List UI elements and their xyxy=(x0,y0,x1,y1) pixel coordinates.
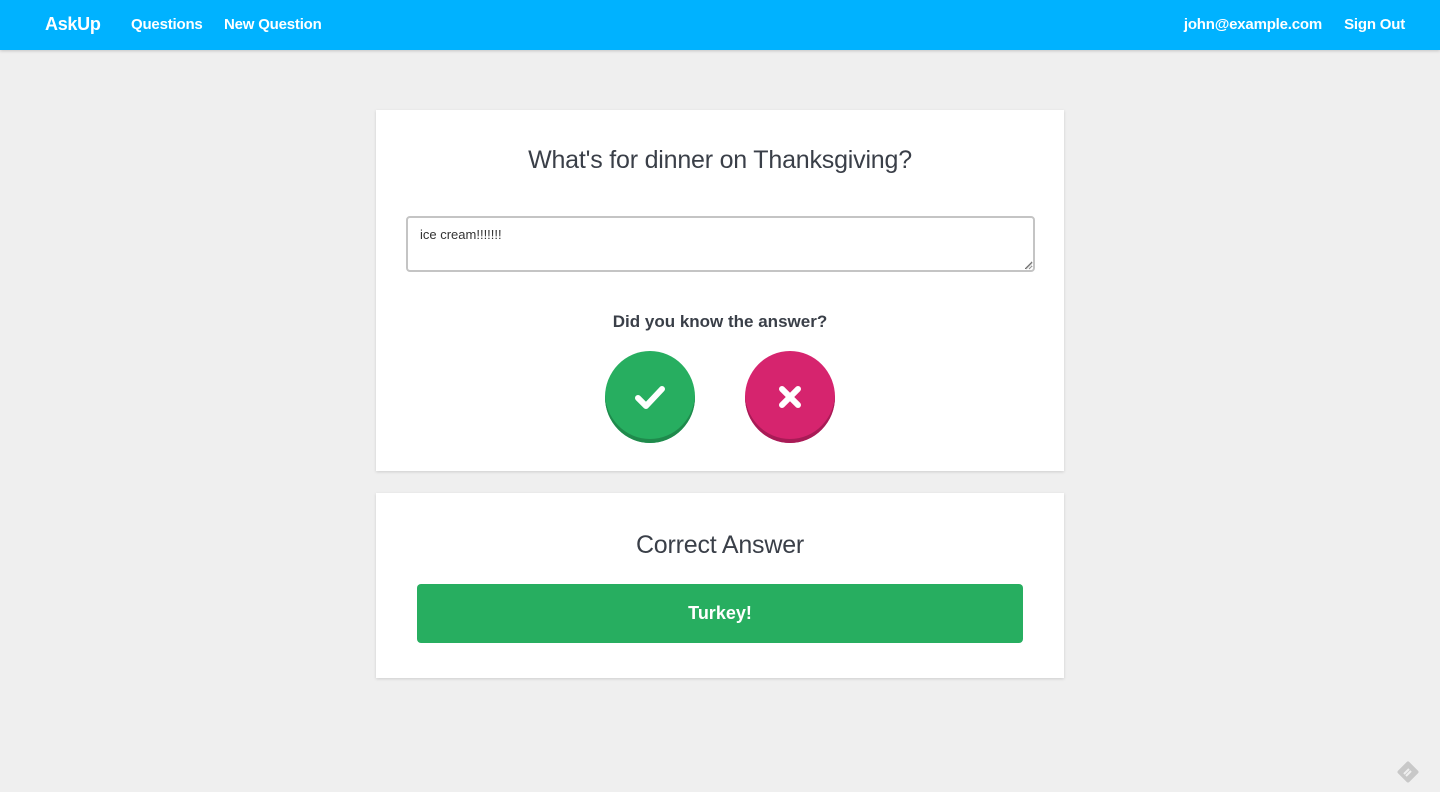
question-card: What's for dinner on Thanksgiving? ice c… xyxy=(376,110,1064,471)
nav-sign-out-link[interactable]: Sign Out xyxy=(1344,0,1405,50)
correct-answer-title: Correct Answer xyxy=(635,531,805,559)
feedback-icon[interactable] xyxy=(1396,760,1420,784)
correct-answer-card: Correct Answer Turkey! xyxy=(376,493,1064,678)
question-title: What's for dinner on Thanksgiving? xyxy=(528,146,912,174)
resize-handle-icon[interactable] xyxy=(1025,262,1033,270)
top-navbar: AskUp Questions New Question john@exampl… xyxy=(0,0,1440,50)
know-answer-prompt: Did you know the answer? xyxy=(612,312,828,331)
close-icon xyxy=(779,386,801,408)
brand-logo[interactable]: AskUp xyxy=(45,0,101,50)
knew-answer-button[interactable] xyxy=(605,351,695,443)
checkmark-icon xyxy=(635,386,665,409)
nav-user-email-link[interactable]: john@example.com xyxy=(1184,0,1322,50)
nav-new-question-link[interactable]: New Question xyxy=(224,0,322,50)
nav-questions-link[interactable]: Questions xyxy=(131,0,203,50)
correct-answer-banner: Turkey! xyxy=(417,584,1023,643)
did-not-know-button[interactable] xyxy=(745,351,835,443)
answer-input[interactable]: ice cream!!!!!!! xyxy=(406,216,1035,272)
